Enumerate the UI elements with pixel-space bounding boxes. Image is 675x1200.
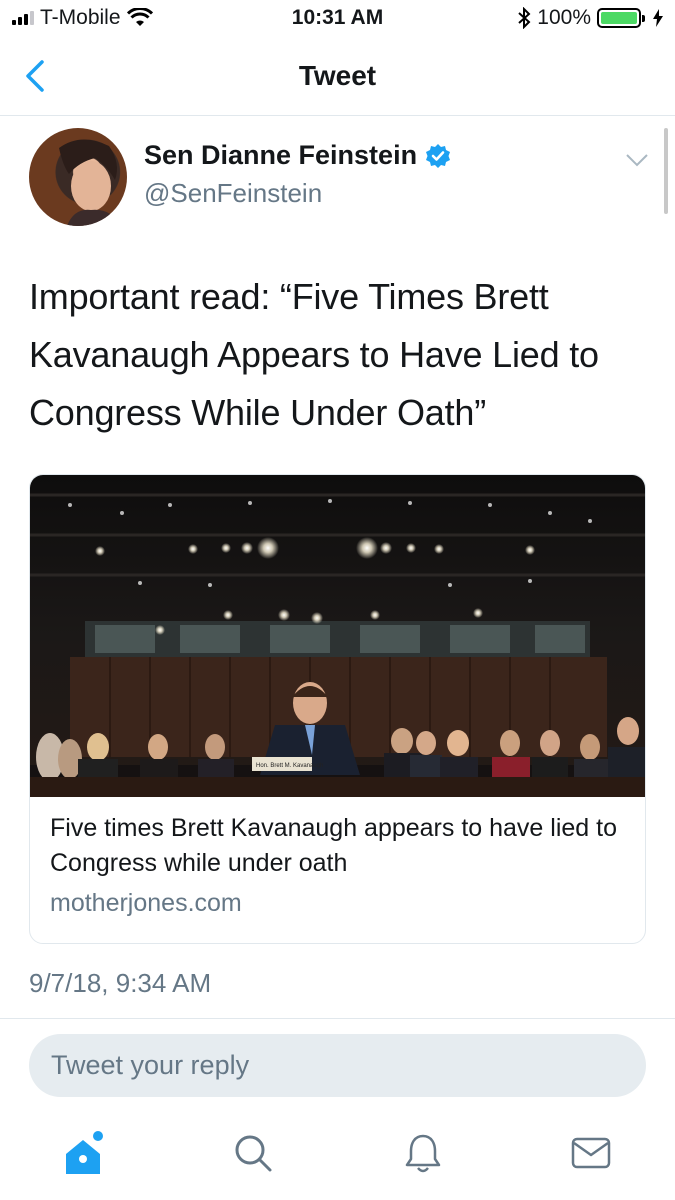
avatar[interactable]	[29, 128, 127, 226]
messages-icon	[571, 1137, 611, 1169]
scrollbar[interactable]	[664, 128, 668, 214]
search-icon	[235, 1135, 272, 1172]
tab-home[interactable]	[60, 1128, 110, 1178]
tweet-text: Important read: “Five Times Brett Kavana…	[29, 276, 599, 433]
card-image: Hon. Brett M. Kavanaugh	[30, 475, 645, 797]
card-title[interactable]: Five times Brett Kavanaugh appears to ha…	[50, 811, 630, 881]
verified-badge-icon	[426, 143, 451, 168]
author-name[interactable]: Sen Dianne Feinstein	[144, 140, 417, 171]
tab-bar	[0, 1112, 675, 1200]
card-domain: motherjones.com	[50, 889, 242, 917]
reply-box[interactable]	[29, 1034, 646, 1097]
tab-notifications[interactable]	[398, 1128, 448, 1178]
notifications-icon	[405, 1134, 441, 1173]
nameplate-text: Hon. Brett M. Kavanaugh	[256, 763, 323, 769]
home-icon	[66, 1131, 103, 1174]
status-bar: T-Mobile 10:31 AM 100%	[0, 0, 675, 38]
author-handle[interactable]: @SenFeinstein	[144, 178, 322, 209]
nav-bar: Tweet	[0, 38, 675, 116]
author-name-row[interactable]: Sen Dianne Feinstein	[144, 140, 451, 171]
bluetooth-icon	[518, 7, 531, 29]
status-right: 100%	[517, 6, 663, 30]
battery-icon	[597, 8, 645, 28]
tweet-timestamp: 9/7/18, 9:34 AM	[29, 968, 212, 998]
tab-search[interactable]	[228, 1128, 278, 1178]
charging-icon	[653, 9, 663, 27]
divider	[0, 1018, 675, 1019]
reply-input[interactable]	[51, 1034, 621, 1097]
page-title: Tweet	[298, 60, 377, 91]
link-card[interactable]: Hon. Brett M. Kavanaugh Five times Brett…	[29, 474, 646, 944]
battery-percent: 100%	[537, 6, 591, 29]
tab-messages[interactable]	[566, 1128, 616, 1178]
chevron-down-icon[interactable]	[624, 150, 650, 170]
